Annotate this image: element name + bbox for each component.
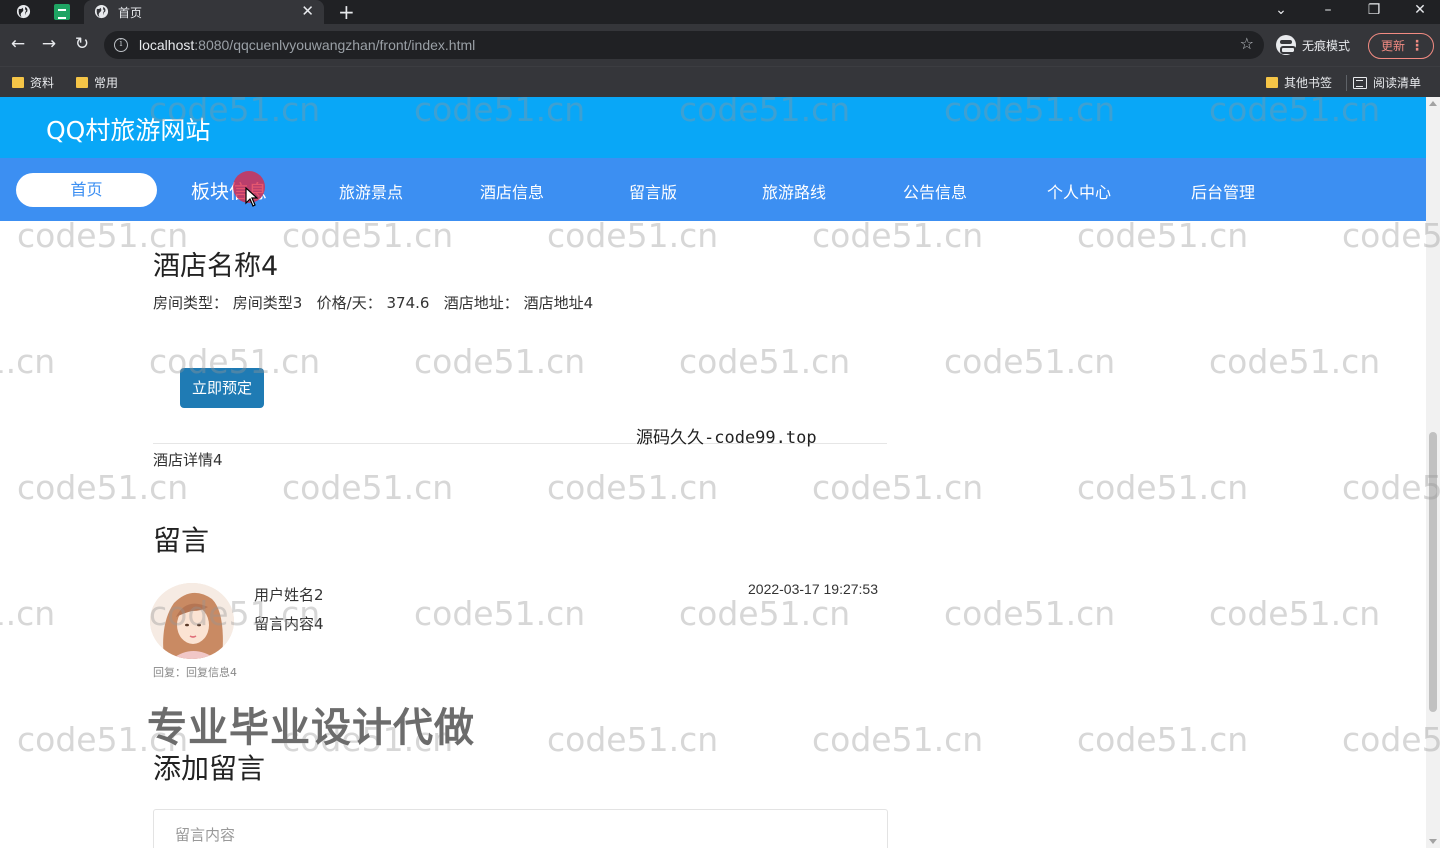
nav-item-attractions[interactable]: 旅游景点 [339,179,403,203]
site-header: QQ村旅游网站 [0,97,1426,158]
restore-button[interactable]: ❐ [1351,0,1397,24]
nav-item-profile[interactable]: 个人中心 [1047,179,1111,203]
other-bookmarks[interactable]: 其他书签 [1266,74,1332,91]
book-now-button[interactable]: 立即预定 [180,368,264,408]
watermark: code51.cn [547,468,719,507]
browser-toolbar: ← → ↻ i localhost:8080/qqcuenlvyouwangzh… [0,24,1440,66]
main-nav: 首页 板块信息 旅游景点 酒店信息 留言版 旅游路线 公告信息 个人中心 后台管… [0,158,1426,221]
tab-search-icon[interactable]: ⌄ [1258,0,1304,24]
watermark: code51.cn [812,720,984,759]
nav-item-notices[interactable]: 公告信息 [903,179,967,203]
page-viewport: QQ村旅游网站 首页 板块信息 旅游景点 酒店信息 留言版 旅游路线 公告信息 … [0,97,1440,848]
reading-list[interactable]: 阅读清单 [1346,74,1421,91]
divider [153,443,887,444]
new-tab-button[interactable]: + [338,0,355,24]
nav-item-hotels[interactable]: 酒店信息 [480,179,544,203]
incognito-indicator[interactable]: 无痕模式 [1276,34,1350,56]
globe-icon [94,4,109,19]
watermark: code51.cn [414,342,586,381]
sheets-tab-icon[interactable] [54,4,70,20]
comments-title: 留言 [153,524,210,557]
comment-reply: 回复：回复信息4 [153,666,237,679]
price-label: 价格/天： [316,294,382,312]
hotel-detail-text: 酒店详情4 [153,451,223,469]
address-value: 酒店地址4 [523,294,594,312]
back-arrow-icon[interactable]: ← [7,33,29,55]
folder-icon [12,77,24,88]
watermark: code51.cn [812,468,984,507]
room-type-label: 房间类型： [153,294,229,312]
minimize-button[interactable]: – [1305,0,1351,24]
active-tab[interactable]: 首页 ✕ [84,0,324,24]
hotel-name: 酒店名称4 [153,251,279,282]
address-label: 酒店地址： [443,294,519,312]
scroll-up-icon[interactable] [1429,101,1437,106]
browser-tab-strip: 首页 ✕ + ⌄ – ❐ ✕ [0,0,1440,24]
watermark: code51.cn [414,594,586,633]
room-type-value: 房间类型3 [232,294,303,312]
mouse-cursor-icon [245,187,259,207]
comment-time: 2022-03-17 19:27:53 [748,581,878,597]
scroll-down-icon[interactable] [1429,839,1437,844]
watermark: code51.cn [812,216,984,255]
globe-icon [16,4,31,19]
watermark: code51.cn [0,594,56,633]
folder-icon [1266,77,1278,88]
incognito-icon [1276,35,1296,55]
avatar [150,583,234,659]
forward-arrow-icon[interactable]: → [38,33,60,55]
address-bar[interactable]: i localhost:8080/qqcuenlvyouwangzhan/fro… [104,31,1264,59]
watermark: code51.cn [944,594,1116,633]
price-value: 374.6 [386,294,430,312]
watermark: code51.cn [282,720,454,759]
menu-dots-icon[interactable]: ⋮ [1410,34,1424,58]
hotel-attributes: 房间类型： 房间类型3 价格/天： 374.6 酒店地址： 酒店地址4 [153,292,593,313]
watermark: code51.cn [679,342,851,381]
update-button[interactable]: 更新 ⋮ [1368,33,1434,59]
watermark: code51.cn [547,720,719,759]
comment-content: 留言内容4 [254,615,324,633]
nav-item-admin[interactable]: 后台管理 [1191,179,1255,203]
bookmark-folder[interactable]: 常用 [76,74,118,91]
watermark: code51.cn [547,216,719,255]
nav-item-home[interactable]: 首页 [16,173,157,207]
reading-list-icon [1353,76,1367,89]
watermark: code51.cn [1077,468,1249,507]
comment-textarea[interactable]: 留言内容 [153,809,888,848]
watermark: code51.cn [679,594,851,633]
nav-item-routes[interactable]: 旅游路线 [762,179,826,203]
tab-title: 首页 [118,6,143,20]
nav-item-guestbook[interactable]: 留言版 [629,179,677,203]
close-tab-icon[interactable]: ✕ [301,2,314,20]
promo-watermark: 专业毕业设计代做 [147,705,475,751]
watermark: code51.cn [0,342,56,381]
url-text[interactable]: localhost:8080/qqcuenlvyouwangzhan/front… [139,37,475,53]
watermark: code51.cn [1209,594,1381,633]
comment-user: 用户姓名2 [254,586,324,604]
watermark: code51.cn [282,468,454,507]
site-title[interactable]: QQ村旅游网站 [46,111,210,147]
watermark: code51.cn [17,468,189,507]
folder-icon [76,77,88,88]
bookmark-star-icon[interactable]: ☆ [1240,34,1254,53]
page-scrollbar[interactable] [1426,97,1440,848]
source-watermark: 源码久久-code99.top [636,428,817,448]
watermark: code51.cn [1209,342,1381,381]
bookmark-separator [1346,74,1347,91]
add-comment-title: 添加留言 [153,752,266,785]
watermark: code51.cn [944,342,1116,381]
scrollbar-thumb[interactable] [1429,432,1437,712]
watermark: code51.cn [1077,720,1249,759]
bookmark-folder[interactable]: 资料 [12,74,54,91]
reload-icon[interactable]: ↻ [71,33,93,55]
watermark: code51.cn [282,216,454,255]
watermark: code51.cn [1077,216,1249,255]
close-window-button[interactable]: ✕ [1397,0,1440,24]
avatar-illustration [150,583,234,659]
bookmarks-bar: 资料 常用 其他书签 阅读清单 [0,66,1440,97]
site-info-icon[interactable]: i [114,38,128,52]
incognito-label: 无痕模式 [1302,38,1351,53]
